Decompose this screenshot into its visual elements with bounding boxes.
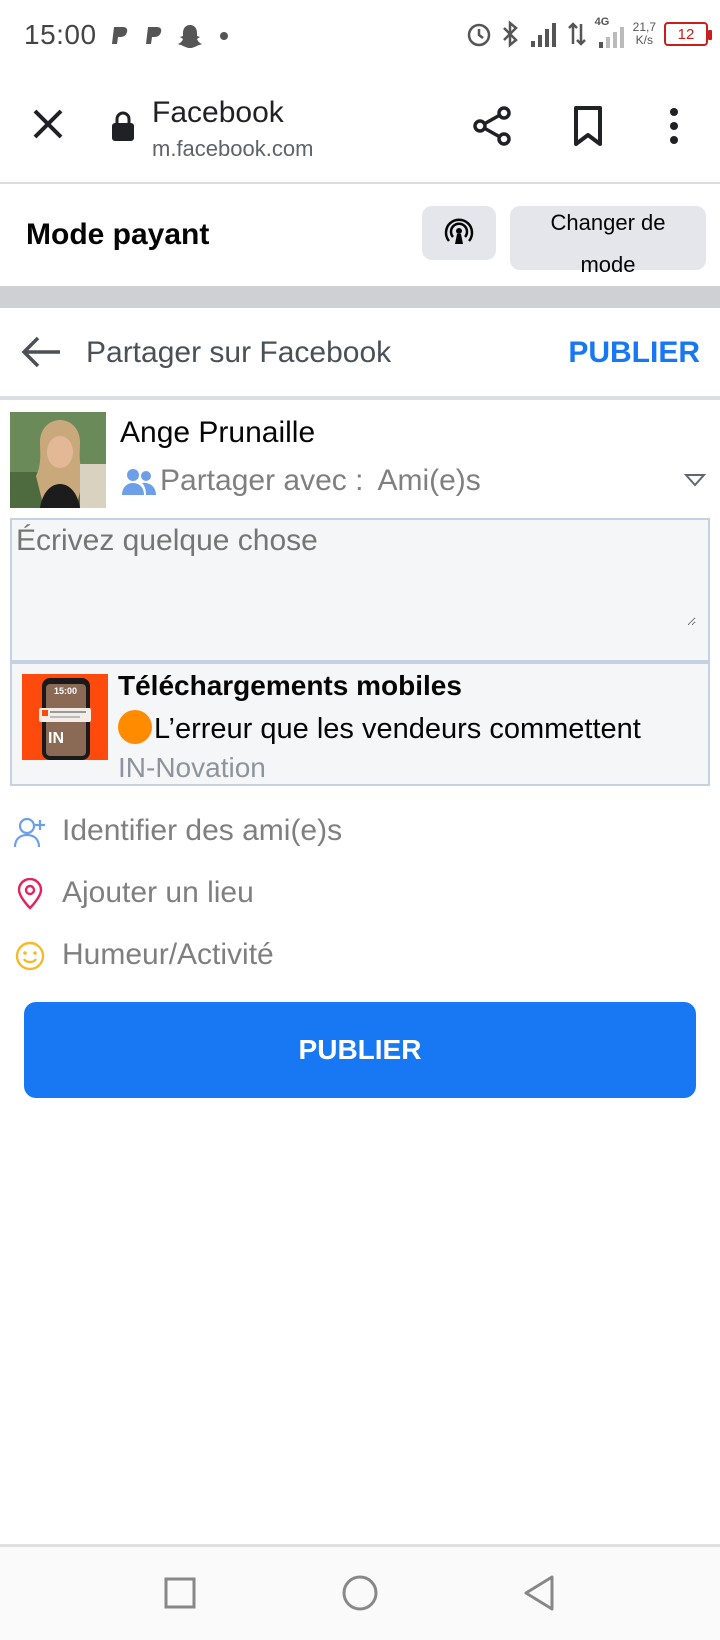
section-divider [0, 286, 720, 308]
orange-circle-icon [118, 710, 152, 744]
paypal-icon [112, 27, 128, 44]
browser-toolbar: Facebook m.facebook.com [0, 72, 720, 184]
smiley-icon [15, 941, 45, 971]
link-source: IN-Novation [118, 752, 266, 783]
paypal-icon [146, 27, 162, 44]
share-with-selector[interactable]: Partager avec : Ami(e)s [122, 464, 481, 498]
home-icon[interactable] [338, 1571, 382, 1615]
paid-mode-bar: Mode payant Changer de mode [0, 186, 720, 286]
friends-icon [122, 469, 156, 495]
paid-mode-title: Mode payant [26, 218, 210, 251]
system-icons: 4G 21,7 K/s 12 [465, 16, 712, 48]
user-name: Ange Prunaille [120, 416, 316, 449]
share-with-label: Partager avec : [160, 464, 364, 497]
lock-icon[interactable] [110, 110, 136, 142]
signal-icon [530, 23, 556, 47]
site-url[interactable]: m.facebook.com [152, 136, 313, 162]
feeling-activity-label: Humeur/Activité [62, 938, 274, 971]
network-speed: 21,7 K/s [632, 20, 656, 47]
system-nav-bar [0, 1544, 720, 1640]
link-preview-card[interactable]: 15:00 IN Téléchargements mobiles L’erreu… [10, 662, 710, 786]
change-mode-label: Changer de mode [550, 210, 666, 277]
alarm-icon [467, 23, 490, 47]
close-icon[interactable] [26, 102, 70, 146]
publish-button[interactable]: PUBLIER [24, 1002, 696, 1098]
signal-4g-icon: 4G [595, 16, 625, 48]
location-pin-icon [17, 878, 43, 910]
compose-box[interactable] [10, 518, 710, 662]
notification-icons [108, 22, 234, 50]
tag-friends-label: Identifier des ami(e)s [62, 814, 343, 847]
thumbnail-time: 15:00 [54, 686, 78, 696]
snapchat-icon [178, 25, 202, 48]
bookmark-icon[interactable] [566, 104, 610, 148]
share-title: Partager sur Facebook [86, 336, 392, 369]
dot-icon [220, 32, 228, 40]
add-location-option[interactable]: Ajouter un lieu [0, 866, 720, 922]
add-location-label: Ajouter un lieu [62, 876, 254, 909]
broadcast-button[interactable] [422, 206, 496, 260]
share-icon[interactable] [470, 104, 514, 148]
battery-indicator: 12 [664, 22, 712, 46]
tag-friends-option[interactable]: Identifier des ami(e)s [0, 804, 720, 860]
data-transfer-icon [567, 22, 586, 46]
add-friend-icon [14, 817, 45, 848]
chevron-down-icon[interactable] [684, 472, 706, 488]
share-with-value: Ami(e)s [377, 464, 481, 497]
profile-photo [10, 412, 106, 508]
more-options-icon[interactable] [660, 104, 688, 148]
feeling-activity-option[interactable]: Humeur/Activité [0, 928, 720, 984]
thumbnail-brand: IN [48, 730, 64, 747]
link-title: Téléchargements mobiles [118, 670, 462, 701]
link-thumbnail: 15:00 IN [22, 674, 108, 760]
change-mode-button[interactable]: Changer de mode [510, 206, 706, 277]
site-title[interactable]: Facebook [152, 96, 284, 130]
avatar[interactable] [10, 412, 106, 508]
bluetooth-icon [502, 20, 518, 48]
status-bar: 15:00 4G 21,7 K/s 12 [0, 0, 720, 72]
back-icon[interactable] [518, 1571, 562, 1615]
back-arrow-icon[interactable] [20, 334, 64, 370]
share-header: Partager sur Facebook PUBLIER [0, 308, 720, 400]
link-description: L’erreur que les vendeurs commettent [118, 710, 702, 746]
header-publish-button[interactable]: PUBLIER [568, 336, 700, 370]
broadcast-icon [444, 218, 474, 244]
recent-apps-icon[interactable] [158, 1571, 202, 1615]
post-text-input[interactable] [16, 524, 696, 626]
battery-level: 12 [677, 25, 695, 43]
status-time: 15:00 [24, 19, 97, 50]
